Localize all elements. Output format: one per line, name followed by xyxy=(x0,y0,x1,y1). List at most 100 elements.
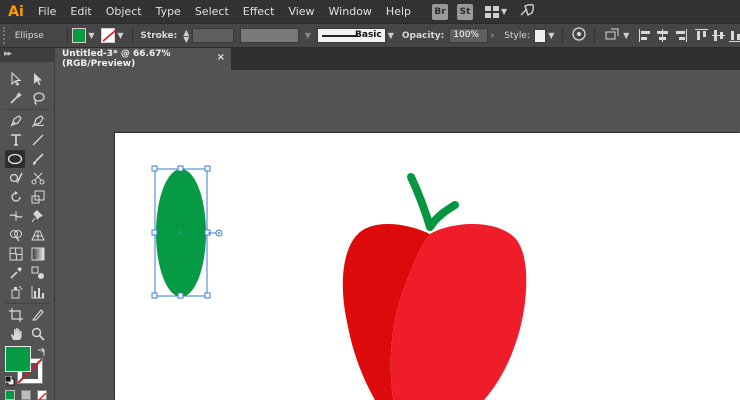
zoom-tool[interactable] xyxy=(28,325,48,343)
stock-button[interactable]: St xyxy=(457,3,473,20)
tools-panel-handle[interactable]: ▸▸ xyxy=(0,48,55,62)
gpu-performance-button[interactable] xyxy=(519,3,535,20)
selection-arrow-icon xyxy=(11,72,22,86)
color-mode-button[interactable] xyxy=(5,390,15,400)
shape-builder-tool[interactable] xyxy=(6,226,26,244)
menu-window[interactable]: Window xyxy=(322,0,379,23)
line-segment-tool[interactable] xyxy=(28,131,48,149)
magic-wand-tool[interactable] xyxy=(6,89,26,107)
slice-tool[interactable] xyxy=(28,306,48,324)
paintbrush-tool[interactable] xyxy=(28,150,48,168)
paintbrush-icon xyxy=(33,153,44,165)
arrange-documents-button[interactable]: ▼ xyxy=(485,5,508,18)
selected-tool-name: Ellipse xyxy=(14,30,44,41)
rocket-icon xyxy=(520,4,535,16)
separator xyxy=(594,27,596,44)
style-chevron-down-icon[interactable]: ▼ xyxy=(548,31,554,40)
width-tool-icon xyxy=(9,211,23,221)
align-right-icon[interactable] xyxy=(674,29,687,42)
menu-type[interactable]: Type xyxy=(149,0,188,23)
menu-bar: Ai File Edit Object Type Select Effect V… xyxy=(0,0,740,23)
selection-tool[interactable] xyxy=(6,70,26,88)
separator xyxy=(4,303,50,304)
style-label: Style: xyxy=(504,30,530,41)
apple-artwork[interactable] xyxy=(342,173,527,400)
hand-tool[interactable] xyxy=(6,325,26,343)
menu-help[interactable]: Help xyxy=(379,0,418,23)
scale-tool[interactable] xyxy=(28,188,48,206)
swap-arrows-icon xyxy=(38,347,45,356)
opacity-field[interactable]: 100% xyxy=(449,28,488,43)
opacity-chevron-right-icon[interactable]: › xyxy=(491,31,495,41)
eyedropper-tool[interactable] xyxy=(6,264,26,282)
menu-object[interactable]: Object xyxy=(99,0,149,23)
artboard-tool[interactable] xyxy=(6,306,26,324)
align-bottom-icon[interactable] xyxy=(728,29,740,42)
width-tool[interactable] xyxy=(6,207,26,225)
perspective-grid-tool[interactable] xyxy=(28,226,48,244)
direct-selection-tool[interactable] xyxy=(28,70,48,88)
curvature-tool[interactable] xyxy=(28,112,48,130)
menu-view[interactable]: View xyxy=(281,0,321,23)
brush-label: Basic xyxy=(355,30,382,40)
ellipse-icon xyxy=(7,153,23,165)
align-top-icon[interactable] xyxy=(694,29,708,42)
fill-color-swatch[interactable] xyxy=(71,28,87,43)
symbol-sprayer-tool[interactable] xyxy=(6,283,26,301)
column-graph-tool[interactable] xyxy=(28,283,48,301)
align-left-icon[interactable] xyxy=(639,29,651,42)
menu-edit[interactable]: Edit xyxy=(63,0,98,23)
curvature-pen-icon xyxy=(31,115,45,128)
canvas-area[interactable] xyxy=(55,70,740,400)
transform-button[interactable] xyxy=(605,28,621,44)
shaper-tool[interactable] xyxy=(6,169,26,187)
line-segment-icon xyxy=(32,134,44,146)
default-fill-stroke-button[interactable] xyxy=(4,375,15,389)
mesh-tool[interactable] xyxy=(6,245,26,263)
menu-select[interactable]: Select xyxy=(188,0,236,23)
shape-builder-icon xyxy=(10,230,22,242)
fill-swatch[interactable] xyxy=(5,346,31,372)
graphic-style-swatch[interactable] xyxy=(533,28,547,43)
pen-tool[interactable] xyxy=(6,112,26,130)
document-tab[interactable]: Untitled-3* @ 66.67% (RGB/Preview) × xyxy=(55,48,231,70)
mesh-icon xyxy=(9,247,23,261)
gradient-mode-button[interactable] xyxy=(21,390,31,400)
stroke-label: Stroke: xyxy=(140,30,178,41)
stroke-color-swatch[interactable] xyxy=(100,28,117,43)
lasso-tool[interactable] xyxy=(28,89,48,107)
variable-width-profile[interactable] xyxy=(240,28,299,43)
app-logo: Ai xyxy=(8,3,24,20)
menu-file[interactable]: File xyxy=(31,0,63,23)
profile-chevron-down-icon[interactable]: ▼ xyxy=(305,31,311,40)
stroke-weight-field[interactable] xyxy=(192,28,235,43)
scissors-tool[interactable] xyxy=(28,169,48,187)
arrange-documents-icon xyxy=(485,5,499,18)
chevron-down-icon: ▼ xyxy=(501,7,508,16)
align-vertical-center-icon[interactable] xyxy=(711,29,725,42)
selected-ellipse-group[interactable] xyxy=(151,165,223,299)
recolor-artwork-button[interactable] xyxy=(572,27,586,44)
apple-stem[interactable] xyxy=(407,173,459,231)
gradient-tool[interactable] xyxy=(28,245,48,263)
puppet-warp-tool[interactable] xyxy=(28,207,48,225)
pie-widget-center xyxy=(218,232,220,234)
brush-chevron-down-icon[interactable]: ▼ xyxy=(388,31,394,40)
fill-chevron-down-icon[interactable]: ▼ xyxy=(88,31,94,40)
brush-definition-field[interactable]: Basic xyxy=(316,28,386,43)
stroke-weight-stepper[interactable]: ▲ ▼ xyxy=(183,28,189,43)
type-tool[interactable] xyxy=(6,131,26,149)
transform-chevron-down-icon[interactable]: ▼ xyxy=(623,31,629,40)
menu-effect[interactable]: Effect xyxy=(236,0,282,23)
ellipse-tool[interactable] xyxy=(5,150,25,168)
blend-tool[interactable] xyxy=(28,264,48,282)
type-t-icon xyxy=(11,134,21,146)
rotate-tool[interactable] xyxy=(6,188,26,206)
bridge-button[interactable]: Br xyxy=(432,3,448,20)
magnifier-icon xyxy=(31,327,45,341)
align-horizontal-center-icon[interactable] xyxy=(656,29,669,42)
close-tab-icon[interactable]: × xyxy=(217,52,225,63)
stroke-chevron-down-icon[interactable]: ▼ xyxy=(117,31,123,40)
perspective-grid-icon xyxy=(31,230,45,241)
none-mode-button[interactable] xyxy=(37,390,47,400)
